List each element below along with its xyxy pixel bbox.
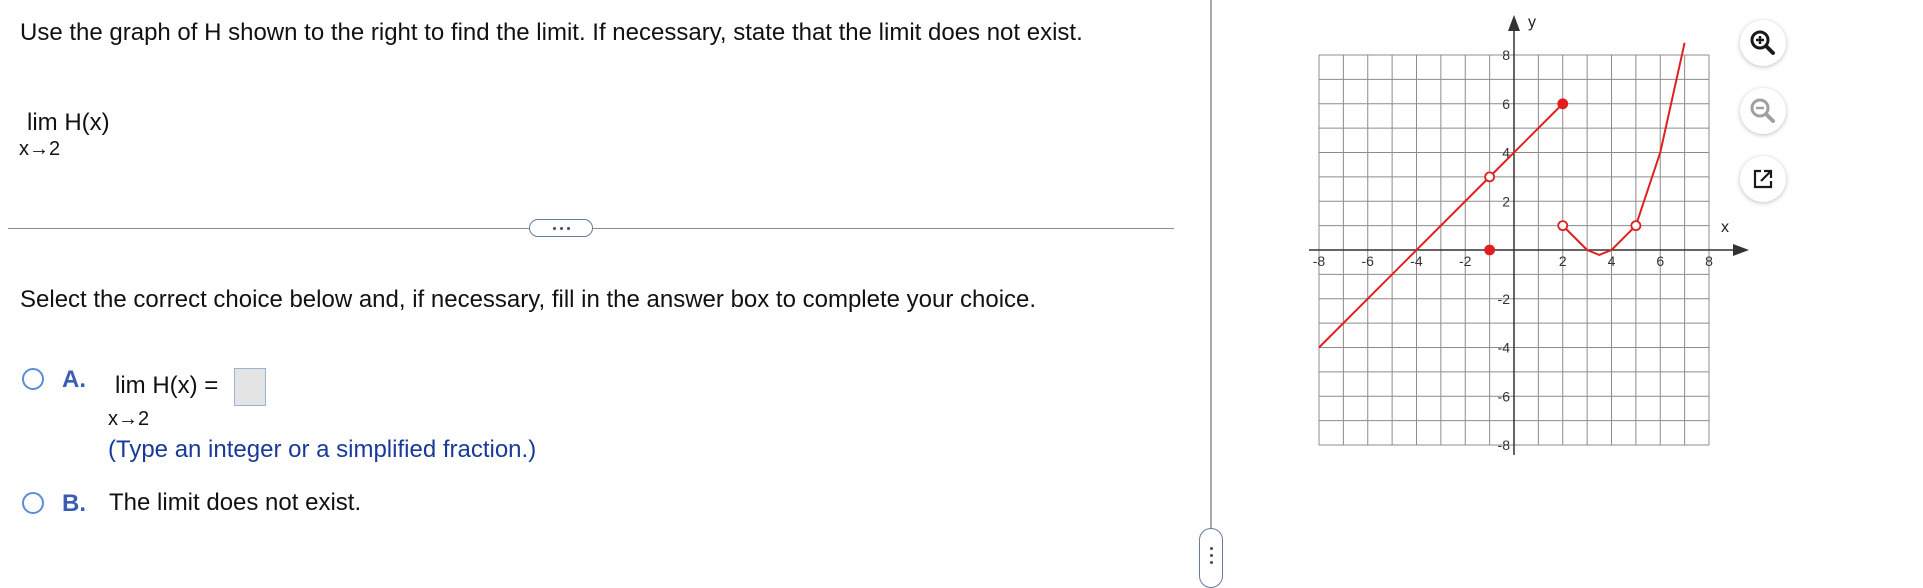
x-axis-arrow-icon: [1733, 244, 1749, 256]
more-dot-icon: [566, 226, 570, 230]
y-tick-label: -2: [1498, 291, 1511, 307]
more-dot-icon: [559, 226, 563, 230]
question-pane: Use the graph of H shown to the right to…: [0, 0, 1205, 578]
limit-lim: lim H(x): [27, 109, 110, 136]
x-tick-label: 6: [1656, 253, 1664, 269]
choice-a-radio[interactable]: [22, 368, 44, 390]
y-tick-label: 2: [1502, 193, 1510, 209]
y-tick-label: 8: [1502, 47, 1510, 63]
y-axis-arrow-icon: [1508, 15, 1520, 31]
handle-dot-icon: [1209, 547, 1213, 550]
choice-b-text: The limit does not exist.: [109, 489, 362, 516]
graph-of-h: -8 -6 -4 -2 2 4 6 88642-2-4-6-8 x y: [1309, 14, 1749, 455]
expand-more-button[interactable]: [529, 219, 593, 237]
x-tick-label: 4: [1608, 253, 1616, 269]
choice-a-letter: A.: [62, 366, 86, 393]
y-tick-label: -4: [1498, 340, 1511, 356]
zoom-in-button[interactable]: [1740, 20, 1786, 66]
choice-b-letter: B.: [62, 490, 86, 517]
x-tick-label: 2: [1559, 253, 1567, 269]
open-point: [1484, 171, 1496, 183]
choice-a-limit: lim H(x) =: [115, 372, 219, 399]
y-tick-label: -6: [1498, 388, 1511, 404]
x-axis-label: x: [1721, 219, 1729, 236]
open-point: [1630, 220, 1642, 232]
x-tick-label: -8: [1313, 253, 1326, 269]
popout-button[interactable]: [1740, 156, 1786, 202]
pane-resize-handle[interactable]: [1199, 528, 1223, 588]
open-point: [1557, 220, 1569, 232]
y-axis-label: y: [1528, 14, 1536, 31]
choice-a-answer-input[interactable]: [234, 368, 266, 406]
x-tick-label: 8: [1705, 253, 1713, 269]
x-tick-label: -2: [1459, 253, 1472, 269]
limit-subscript: x→2: [19, 138, 61, 160]
choice-b-radio[interactable]: [22, 492, 44, 514]
zoom-out-button[interactable]: [1740, 88, 1786, 134]
choice-a-subscript: x→2: [108, 408, 150, 430]
handle-dot-icon: [1209, 561, 1213, 564]
closed-point: [1484, 244, 1496, 256]
more-dot-icon: [552, 226, 556, 230]
zoom-in-icon: [1750, 30, 1775, 55]
y-tick-label: -8: [1498, 437, 1511, 453]
graph-axes: [1309, 15, 1749, 455]
choice-a-hint: (Type an integer or a simplified fractio…: [108, 436, 537, 463]
curve-segment: [1562, 42, 1686, 256]
zoom-out-icon: [1750, 98, 1775, 123]
x-tick-label: -6: [1362, 253, 1375, 269]
closed-point: [1557, 98, 1569, 110]
external-window-icon: [1753, 169, 1773, 189]
question-text: Use the graph of H shown to the right to…: [20, 19, 1083, 46]
handle-dot-icon: [1209, 554, 1213, 557]
instruction-text: Select the correct choice below and, if …: [20, 286, 1037, 313]
pane-divider: [1210, 0, 1212, 578]
limit-expression: lim H(x) x→2: [19, 108, 110, 160]
y-tick-label: 6: [1502, 96, 1510, 112]
